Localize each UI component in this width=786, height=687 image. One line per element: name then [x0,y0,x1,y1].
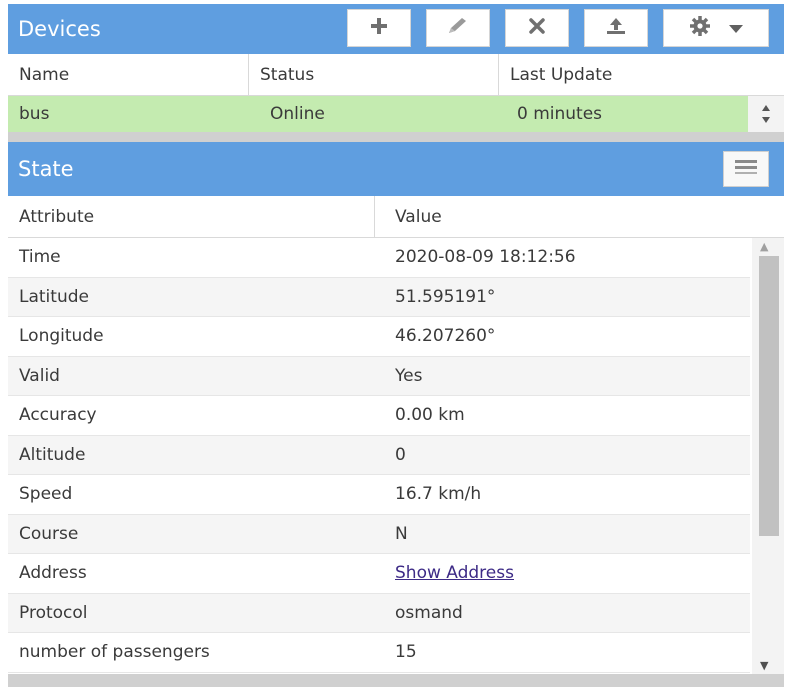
devices-splitter[interactable] [8,132,784,142]
attribute-value: 2020-08-09 18:12:56 [395,247,576,268]
scroll-down-icon[interactable]: ▼ [760,659,768,672]
attribute-value: 15 [395,642,417,663]
device-name-cell: bus [19,104,50,124]
attribute-value: 51.595191° [395,286,496,307]
attribute-label: Accuracy [19,405,97,426]
state-row-time: Time 2020-08-09 18:12:56 [8,238,750,278]
show-address-link[interactable]: Show Address [395,563,514,583]
attribute-value: N [395,523,408,544]
devices-scrollbar[interactable] [748,96,784,132]
state-row-protocol: Protocol osmand [8,593,750,633]
attribute-label: Longitude [19,326,104,347]
column-header-name[interactable]: Name [8,54,249,95]
attribute-label: Protocol [19,602,88,623]
attribute-label: number of passengers [19,642,210,663]
attribute-label: Address [19,563,87,584]
settings-menu-button[interactable] [663,9,769,47]
column-header-value[interactable]: Value [384,196,784,237]
devices-grid-header: Name Status Last Update [8,54,784,96]
attribute-label: Latitude [19,286,89,307]
state-scrollbar[interactable]: ▲ ▼ [752,238,784,674]
column-header-status[interactable]: Status [249,54,499,95]
state-footer-bar [8,674,784,687]
attribute-value: 16.7 km/h [395,484,482,505]
upload-icon [605,16,627,40]
device-last-update-cell: 0 minutes [517,104,603,124]
attribute-label: Time [19,247,61,268]
pencil-icon [446,16,470,40]
add-device-button[interactable] [347,9,411,47]
attribute-label: Course [19,523,79,544]
remove-device-button[interactable] [505,9,569,47]
gear-icon [689,15,711,41]
edit-device-button[interactable] [426,9,490,47]
x-icon [528,17,546,39]
devices-title: Devices [18,17,101,41]
attribute-value: Yes [395,365,423,386]
attribute-label: Speed [19,484,73,505]
list-icon [734,158,758,180]
state-title: State [18,157,74,181]
device-row[interactable]: bus Online 0 minutes [8,96,748,132]
scroll-up-icon[interactable]: ▲ [760,240,768,253]
state-row-longitude: Longitude 46.207260° [8,317,750,357]
attribute-value: 0 [395,444,406,465]
column-header-attribute[interactable]: Attribute [8,196,375,237]
column-header-last-update[interactable]: Last Update [499,54,784,95]
send-command-button[interactable] [584,9,648,47]
attribute-label: Valid [19,365,60,386]
state-row-latitude: Latitude 51.595191° [8,277,750,317]
state-grid-header: Attribute Value [8,196,784,238]
state-table: Time 2020-08-09 18:12:56 Latitude 51.595… [8,238,750,674]
attribute-value: 0.00 km [395,405,465,426]
state-header: State [8,142,784,196]
state-row-valid: Valid Yes [8,356,750,396]
state-row-speed: Speed 16.7 km/h [8,475,750,515]
state-row-address: Address Show Address [8,554,750,594]
chevron-down-icon [729,19,743,38]
scrollbar-thumb[interactable] [759,256,779,536]
state-row-course: Course N [8,514,750,554]
attribute-label: Altitude [19,444,86,465]
devices-header: Devices [8,4,784,54]
state-row-altitude: Altitude 0 [8,435,750,475]
state-row-passengers: number of passengers 15 [8,633,750,673]
attribute-value: 46.207260° [395,326,496,347]
state-row-accuracy: Accuracy 0.00 km [8,396,750,436]
device-status-cell: Online [270,104,325,124]
scroll-arrows-icon [762,105,770,123]
attribute-value: osmand [395,602,463,623]
collapse-state-button[interactable] [723,151,769,187]
plus-icon [369,16,389,40]
